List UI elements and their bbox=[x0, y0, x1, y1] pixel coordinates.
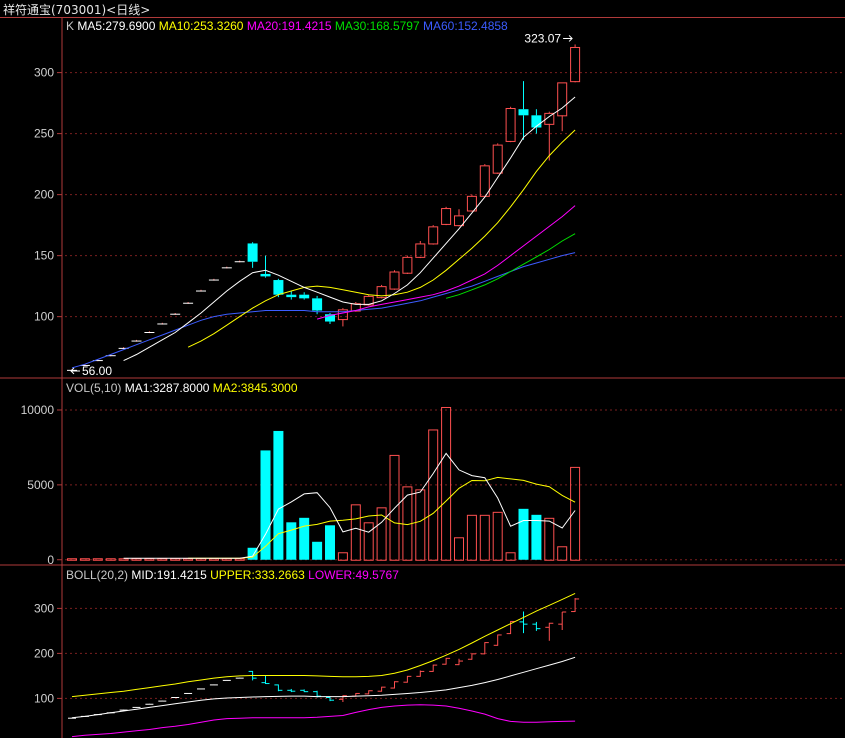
volume-bar bbox=[531, 514, 542, 560]
boll-ytick-label: 200 bbox=[34, 646, 54, 660]
candle bbox=[518, 109, 529, 116]
volume-bar bbox=[273, 430, 284, 560]
volume-bar bbox=[299, 517, 310, 560]
candle bbox=[312, 298, 323, 311]
volume-ytick-label: 5000 bbox=[27, 478, 54, 492]
boll-indicator-2: LOWER:49.5767 bbox=[308, 568, 399, 582]
candle bbox=[428, 226, 439, 245]
ma10-line bbox=[187, 129, 576, 348]
candle bbox=[286, 294, 297, 298]
volume-indicator-1: MA2:3845.3000 bbox=[213, 381, 298, 395]
volume-header-prefix: VOL(5,10) bbox=[66, 381, 125, 395]
kline-indicator-4: MA60:152.4858 bbox=[423, 19, 508, 33]
volume-bar bbox=[492, 511, 503, 561]
ma60-line bbox=[71, 252, 576, 369]
title-bar: 祥符通宝(703001)<日线> bbox=[0, 0, 845, 18]
volume-indicator-0: MA1:3287.8000 bbox=[125, 381, 213, 395]
volume-ytick-label: 0 bbox=[47, 553, 54, 567]
kline-header: K MA5:279.6900 MA10:253.3260 MA20:191.42… bbox=[66, 19, 508, 33]
volume-bar bbox=[350, 504, 361, 561]
volume-header: VOL(5,10) MA1:3287.8000 MA2:3845.3000 bbox=[66, 381, 298, 395]
volume-bar bbox=[557, 546, 568, 561]
candle bbox=[247, 243, 258, 262]
volume-bar bbox=[286, 522, 297, 560]
volume-bar bbox=[479, 514, 490, 561]
candle bbox=[273, 280, 284, 295]
boll-header: BOLL(20,2) MID:191.4215 UPPER:333.2663 L… bbox=[66, 568, 399, 582]
volume-bar bbox=[312, 541, 323, 560]
boll-header-prefix: BOLL(20,2) bbox=[66, 568, 131, 582]
kline-indicator-0: MA5:279.6900 bbox=[77, 19, 158, 33]
max-price-label: 323.07 bbox=[524, 31, 561, 45]
boll-lower-line bbox=[71, 704, 576, 738]
candle bbox=[557, 82, 568, 117]
min-price-arrow bbox=[70, 367, 80, 375]
max-price-arrow bbox=[563, 35, 573, 42]
volume-ytick-label: 10000 bbox=[21, 403, 55, 417]
volume-bar bbox=[505, 552, 516, 561]
volume-ma1-line bbox=[123, 452, 576, 559]
ma5-line bbox=[123, 96, 576, 362]
candle bbox=[505, 107, 516, 142]
candle bbox=[389, 271, 400, 290]
volume-bar bbox=[441, 406, 452, 561]
kline-indicator-2: MA20:191.4215 bbox=[247, 19, 335, 33]
volume-bar bbox=[337, 552, 348, 561]
volume-bar bbox=[363, 522, 374, 561]
candle bbox=[570, 46, 581, 83]
stock-chart: 100 150 200 250 300 K MA5:279.6900 MA10:253.3… bbox=[0, 18, 845, 738]
candle bbox=[299, 294, 310, 299]
candle bbox=[492, 144, 503, 174]
boll-ytick-label: 100 bbox=[34, 691, 54, 705]
candle bbox=[402, 256, 413, 274]
kline-ytick-label: 150 bbox=[34, 249, 54, 263]
boll-ytick-label: 300 bbox=[34, 601, 54, 615]
kline-ytick-label: 250 bbox=[34, 127, 54, 141]
kline-indicator-1: MA10:253.3260 bbox=[159, 19, 247, 33]
volume-bar bbox=[544, 517, 555, 561]
boll-indicator-0: MID:191.4215 bbox=[131, 568, 210, 582]
window-title: 祥符通宝(703001)<日线> bbox=[3, 3, 151, 17]
ma30-line bbox=[445, 233, 576, 299]
volume-bar bbox=[570, 466, 581, 561]
kline-header-prefix: K bbox=[66, 19, 77, 33]
volume-bar bbox=[325, 525, 335, 560]
boll-indicator-1: UPPER:333.2663 bbox=[210, 568, 308, 582]
candle bbox=[441, 208, 452, 225]
min-price-label: 56.00 bbox=[82, 364, 112, 378]
boll-upper-line bbox=[71, 592, 576, 698]
volume-bar bbox=[415, 489, 426, 561]
volume-bar bbox=[428, 429, 439, 561]
kline-ytick-label: 300 bbox=[34, 66, 54, 80]
volume-ma2-line bbox=[188, 476, 576, 559]
volume-bar bbox=[454, 537, 464, 561]
volume-bar bbox=[466, 514, 477, 561]
kline-ytick-label: 100 bbox=[34, 310, 54, 324]
kline-ytick-label: 200 bbox=[34, 188, 54, 202]
volume-bar bbox=[518, 508, 529, 560]
kline-indicator-3: MA30:168.5797 bbox=[335, 19, 423, 33]
candle bbox=[260, 273, 271, 277]
